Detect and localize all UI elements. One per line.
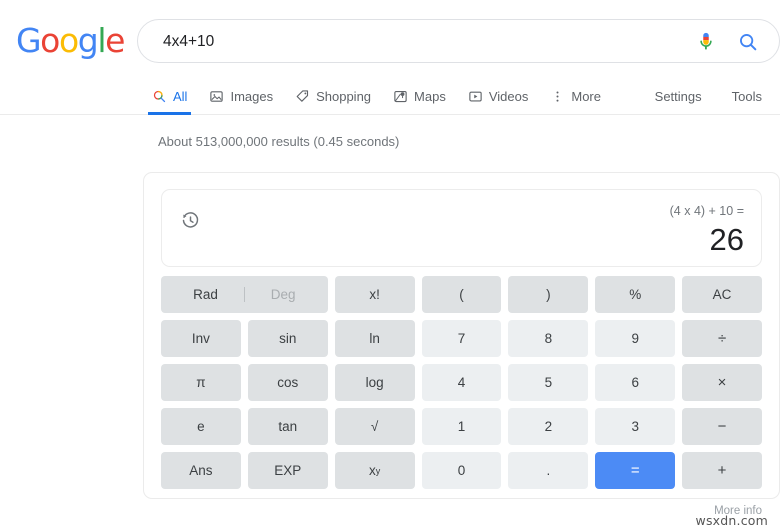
calculator-result: 26 — [709, 222, 744, 257]
nav-tab-images[interactable]: Images — [209, 78, 273, 114]
microphone-icon[interactable] — [695, 31, 717, 53]
calculator-keypad: Rad Deg x!()% AC Inv sin ln 7 8 9 ÷ π cos log 4 5 6 × e t… — [161, 276, 762, 489]
deg-option[interactable]: Deg — [245, 287, 322, 302]
calc-key-answer[interactable]: Ans — [161, 452, 241, 489]
nav-tab-label: Videos — [488, 88, 529, 104]
settings-link[interactable]: Settings — [655, 89, 702, 104]
calculator-display: (4 x 4) + 10 = 26 — [161, 189, 762, 267]
calc-key-all-clear[interactable]: AC — [682, 276, 762, 313]
rad-option[interactable]: Rad — [167, 287, 244, 302]
logo-letter: l — [97, 21, 106, 60]
image-icon — [209, 89, 224, 104]
calc-key-9[interactable]: 9 — [595, 320, 676, 357]
angle-mode-toggle[interactable]: Rad Deg — [161, 276, 328, 313]
calc-key-equals[interactable]: = — [595, 452, 676, 489]
logo-letter: G — [16, 21, 42, 60]
calc-key-close-paren[interactable]: ) — [508, 276, 589, 313]
calc-key-exponent[interactable]: EXP — [247, 452, 328, 489]
result-stats: About 513,000,000 results (0.45 seconds) — [158, 134, 400, 149]
nav-tabs: All Images Shopping Maps Videos More — [148, 78, 601, 115]
calc-key-5[interactable]: 5 — [508, 364, 589, 401]
nav-tab-label: Shopping — [316, 88, 372, 104]
site-watermark: wsxdn.com — [695, 513, 768, 528]
video-play-icon — [468, 89, 483, 104]
calc-key-pi[interactable]: π — [161, 364, 241, 401]
calc-key-open-paren[interactable]: ( — [421, 276, 502, 313]
page-header: Google — [0, 0, 780, 78]
search-nav-bar: All Images Shopping Maps Videos More Set… — [0, 78, 780, 115]
nav-tab-label: Images — [230, 88, 274, 104]
nav-links: Settings Tools — [655, 78, 762, 114]
search-icon — [152, 89, 167, 104]
calc-key-8[interactable]: 8 — [508, 320, 589, 357]
active-tab-underline — [148, 112, 192, 115]
logo-letter: o — [58, 21, 79, 60]
calc-key-0[interactable]: 0 — [421, 452, 502, 489]
logo-letter: g — [77, 21, 99, 60]
calc-key-4[interactable]: 4 — [421, 364, 502, 401]
calc-key-square-root[interactable]: √ — [334, 408, 415, 445]
logo-letter: o — [40, 21, 60, 60]
search-input[interactable] — [161, 20, 685, 64]
calc-key-inverse[interactable]: Inv — [161, 320, 241, 357]
calc-key-divide[interactable]: ÷ — [682, 320, 762, 357]
tools-link[interactable]: Tools — [732, 89, 762, 104]
calc-key-subtract[interactable]: − — [682, 408, 762, 445]
nav-tab-label: All — [173, 88, 188, 104]
logo-letter: e — [105, 21, 125, 60]
calc-key-decimal-point[interactable]: . — [508, 452, 589, 489]
calc-key-1[interactable]: 1 — [421, 408, 502, 445]
history-clock-icon[interactable] — [180, 210, 201, 231]
calculator-card: (4 x 4) + 10 = 26 Rad Deg x!()% AC Inv sin l… — [143, 172, 780, 499]
calc-key-percent[interactable]: % — [595, 276, 676, 313]
search-box[interactable] — [137, 19, 780, 64]
nav-tab-label: Maps — [414, 88, 446, 104]
calc-key-e[interactable]: e — [161, 408, 241, 445]
map-pin-icon — [393, 89, 408, 104]
calculator-expression: (4 x 4) + 10 = — [669, 204, 744, 218]
google-logo[interactable]: Google — [16, 21, 125, 60]
tag-icon — [295, 89, 310, 104]
calc-key-add[interactable]: + — [682, 452, 762, 489]
nav-tab-label: More — [571, 88, 601, 104]
nav-tab-more[interactable]: More — [550, 78, 601, 114]
calc-key-2[interactable]: 2 — [508, 408, 589, 445]
nav-tab-videos[interactable]: Videos — [468, 78, 529, 114]
calc-key-sin[interactable]: sin — [247, 320, 328, 357]
nav-tab-all[interactable]: All — [148, 78, 192, 115]
calc-key-multiply[interactable]: × — [682, 364, 762, 401]
calc-key-ln[interactable]: ln — [334, 320, 415, 357]
calc-key-tan[interactable]: tan — [247, 408, 328, 445]
calc-key-log[interactable]: log — [334, 364, 415, 401]
more-vertical-icon — [550, 89, 565, 104]
calc-key-power[interactable]: xy — [334, 452, 415, 489]
calc-key-cos[interactable]: cos — [247, 364, 328, 401]
nav-tab-shopping[interactable]: Shopping — [295, 78, 371, 114]
calc-key-6[interactable]: 6 — [595, 364, 676, 401]
calc-key-7[interactable]: 7 — [421, 320, 502, 357]
calc-key-3[interactable]: 3 — [595, 408, 676, 445]
nav-tab-maps[interactable]: Maps — [393, 78, 446, 114]
calc-key-factorial[interactable]: x! — [334, 276, 415, 313]
search-submit-icon[interactable] — [737, 31, 759, 53]
